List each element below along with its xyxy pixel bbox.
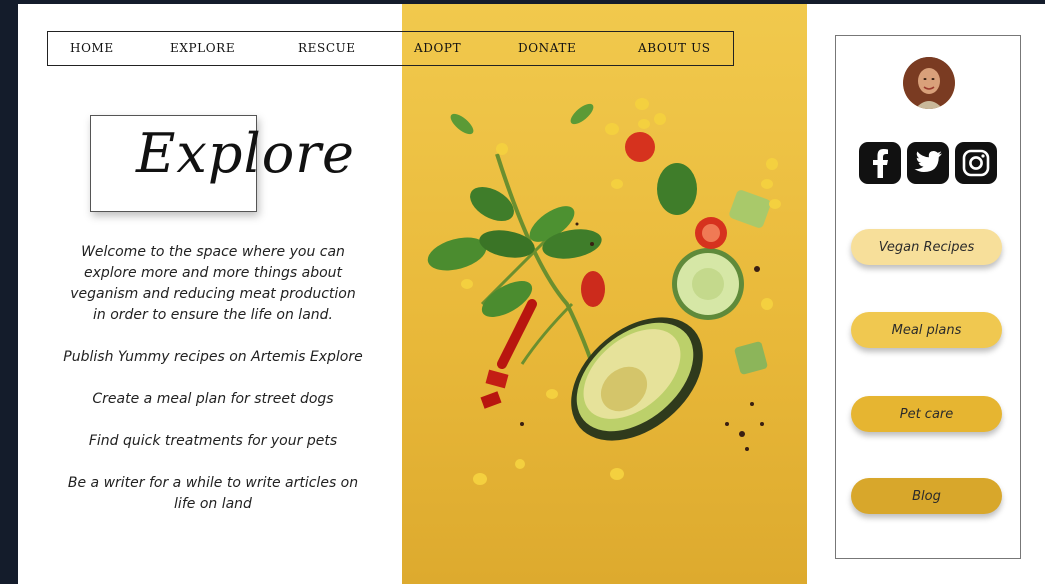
feature-line-meal-plan: Create a meal plan for street dogs: [92, 391, 334, 407]
facebook-glyph: [873, 149, 888, 178]
feature-line-writer: Be a writer for a while to write article…: [67, 475, 359, 512]
nav-about-us[interactable]: ABOUT US: [638, 41, 711, 55]
top-nav: HOME EXPLORE RESCUE ADOPT DONATE ABOUT U…: [47, 31, 734, 66]
feature-line-recipes: Publish Yummy recipes on Artemis Explore: [63, 349, 363, 365]
meal-plans-button[interactable]: Meal plans: [851, 312, 1002, 348]
facebook-icon[interactable]: [859, 142, 901, 184]
page-title: Explore: [136, 122, 355, 185]
twitter-icon[interactable]: [907, 142, 949, 184]
feature-line-treatments: Find quick treatments for your pets: [88, 433, 338, 449]
instagram-glyph: [962, 149, 990, 177]
page: HOME EXPLORE RESCUE ADOPT DONATE ABOUT U…: [18, 4, 1045, 584]
avatar-portrait: [903, 57, 955, 109]
hero-food-image: [402, 4, 807, 584]
instagram-icon[interactable]: [955, 142, 997, 184]
intro-text: Welcome to the space where you can explo…: [70, 244, 356, 323]
vegan-recipes-button[interactable]: Vegan Recipes: [851, 229, 1002, 265]
twitter-glyph: [914, 151, 942, 172]
hero-illustration: [427, 98, 781, 485]
blog-button[interactable]: Blog: [851, 478, 1002, 514]
avatar[interactable]: [903, 57, 955, 109]
sidebar: Vegan Recipes Meal plans Pet care Blog: [835, 35, 1021, 559]
nav-explore[interactable]: EXPLORE: [170, 41, 235, 55]
pet-care-button[interactable]: Pet care: [851, 396, 1002, 432]
nav-donate[interactable]: DONATE: [518, 41, 576, 55]
nav-home[interactable]: HOME: [70, 41, 114, 55]
nav-rescue[interactable]: RESCUE: [298, 41, 356, 55]
nav-adopt[interactable]: ADOPT: [414, 41, 461, 55]
